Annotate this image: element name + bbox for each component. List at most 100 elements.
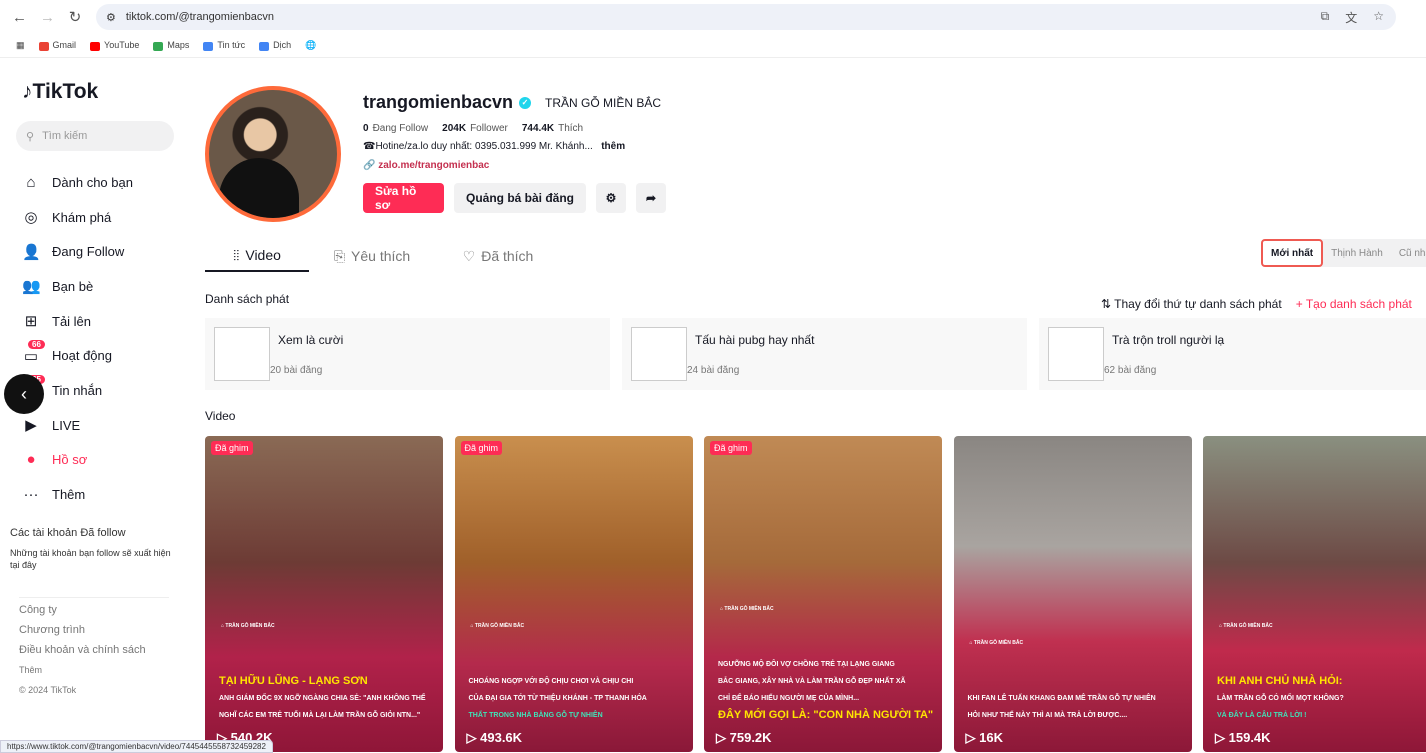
back-arrow-icon[interactable]: ←: [12, 9, 27, 26]
sort-oldest[interactable]: Cũ nhất: [1391, 239, 1426, 267]
browser-toolbar: ← → ↻ ⚙ tiktok.com/@trangomienbacvn ⧉ 文 ☆: [0, 0, 1426, 34]
sort-popular[interactable]: Thịnh Hành: [1323, 239, 1391, 267]
bio: ☎Hotine/za.lo duy nhất: 0395.031.999 Mr.…: [363, 141, 593, 152]
url-text[interactable]: tiktok.com/@trangomienbacvn: [126, 11, 274, 23]
video-caption-line: NGƯỠNG MỘ ĐÔI VỢ CHỒNG TRẺ TẠI LẠNG GIAN…: [718, 661, 895, 668]
playlist-card[interactable]: Tấu hài pubg hay nhất 24 bài đăng: [622, 318, 1027, 390]
settings-gear-icon[interactable]: ⚙: [596, 183, 627, 213]
playlist-count: 24 bài đăng: [687, 365, 740, 376]
video-caption-line: VÀ ĐÂY LÀ CÂU TRẢ LỜI !: [1217, 712, 1307, 719]
forward-arrow-icon[interactable]: →: [40, 9, 55, 26]
brand-watermark: ⌂ TRẦN GỖ MIỀN BẮC: [221, 623, 275, 629]
share-icon[interactable]: ➦: [636, 183, 667, 213]
bookmark-news[interactable]: Tin tức: [203, 40, 245, 51]
tab-favorites[interactable]: ⎘ Yêu thích: [309, 240, 435, 272]
sidebar-item-3[interactable]: 👥 Bạn bè: [22, 269, 133, 304]
view-count: ▷ 159.4K: [1215, 730, 1271, 745]
view-count: ▷ 16K: [965, 730, 1003, 745]
video-card[interactable]: ⌂ TRẦN GỖ MIỀN BẮC KHI FAN LÊ TUẤN KHANG …: [953, 436, 1192, 752]
video-caption-line: CỦA ĐẠI GIA TỚI TỪ THIỆU KHÁNH - TP THAN…: [468, 695, 647, 702]
heart-icon: ♡: [462, 247, 476, 264]
view-count: ▷ 493.6K: [466, 730, 523, 745]
address-bar[interactable]: ⚙ tiktok.com/@trangomienbacvn ⧉ 文 ☆: [96, 4, 1396, 30]
star-icon[interactable]: ☆: [1373, 9, 1384, 26]
play-icon: ▷: [716, 730, 726, 745]
collapse-chevron-left-icon[interactable]: ‹: [4, 374, 44, 414]
sidebar-item-0[interactable]: ⌂ Dành cho bạn: [22, 165, 132, 200]
video-caption-line: THẤT TRONG NHÀ BẰNG GỖ TỰ NHIÊN: [468, 712, 603, 719]
avatar[interactable]: [205, 86, 341, 222]
playlist-thumbnail: [214, 327, 270, 381]
sort-latest[interactable]: Mới nhất: [1261, 239, 1324, 267]
video-card[interactable]: Đã ghim ⌂ TRẦN GỖ MIỀN BẮC TẠI HỮU LŨNG - …: [205, 436, 443, 752]
search-input[interactable]: ⚲ Tìm kiếm: [16, 121, 174, 151]
video-caption-line: CHỈ ĐỂ BÁO HIẾU NGƯỜI MẸ CỦA MÌNH...: [718, 695, 860, 702]
brand-watermark: ⌂ TRẦN GỖ MIỀN BẮC: [720, 606, 774, 612]
sidebar-item-7[interactable]: ▶ LIVE: [22, 408, 133, 443]
sidebar-icon-3: 👥: [22, 278, 41, 296]
playlist-name: Tấu hài pubg hay nhất: [695, 333, 815, 347]
edit-profile-button[interactable]: Sửa hồ sơ: [363, 183, 444, 213]
playlist-card[interactable]: Xem là cười 20 bài đăng: [205, 318, 610, 390]
tab-video[interactable]: ⦙⦙ Video: [205, 240, 309, 272]
copyright: © 2024 TikTok: [19, 685, 77, 695]
bookmark-youtube[interactable]: YouTube: [90, 40, 139, 51]
video-caption-line: NGHĨ CÁC EM TRẺ TUỔI MÀ LẠI LÀM TRẦN GỖ …: [219, 712, 421, 719]
sidebar-item-2[interactable]: 👤 Đang Follow: [22, 234, 133, 269]
apps-icon[interactable]: ▦: [16, 40, 25, 51]
username: trangomienbacvn: [363, 92, 514, 112]
video-card[interactable]: Đã ghim ⌂ TRẦN GỖ MIỀN BẮC NGƯỠNG MỘ ĐÔI V…: [704, 436, 942, 752]
site-settings-icon[interactable]: ⚙: [106, 11, 116, 24]
footer-program[interactable]: Chương trình: [19, 620, 169, 640]
sidebar-icon-2: 👤: [22, 243, 41, 261]
following-title: Các tài khoản Đã follow: [10, 527, 126, 539]
video-card[interactable]: Đã ghim ⌂ TRẦN GỖ MIỀN BẮC CHOÁNG NGỢP VỚI…: [454, 436, 693, 752]
translate-icon[interactable]: 文: [1345, 9, 1357, 26]
bookmark-maps[interactable]: Maps: [153, 40, 189, 51]
video-card[interactable]: ⌂ TRẦN GỖ MIỀN BẮC KHI ANH CHỦ NHÀ HỎI: LÀ…: [1203, 436, 1426, 752]
footer-company[interactable]: Công ty: [19, 600, 169, 620]
view-count: ▷ 759.2K: [716, 730, 772, 745]
search-icon: ⚲: [26, 130, 35, 143]
sidebar-item-1[interactable]: ◎ Khám phá: [22, 200, 133, 235]
playlist-thumbnail: [631, 327, 687, 381]
link-icon: 🔗: [363, 160, 376, 171]
playlist-name: Xem là cười: [278, 333, 344, 347]
footer-more[interactable]: Thêm: [19, 660, 169, 680]
playlist-card[interactable]: Trà trộn troll người lạ 62 bài đăng: [1039, 318, 1426, 390]
nickname: TRẦN GỖ MIỀN BẮC: [545, 95, 662, 110]
bookmarks-bar: ▦ Gmail YouTube Maps Tin tức Dịch 🌐: [0, 34, 1426, 58]
sidebar-item-5[interactable]: ▭ 66 Hoạt động: [22, 338, 133, 373]
reload-icon[interactable]: ↻: [68, 8, 82, 26]
create-playlist-button[interactable]: + Tạo danh sách phát: [1296, 297, 1412, 311]
sidebar-icon-9: ···: [23, 486, 39, 504]
pinned-badge: Đã ghim: [710, 441, 752, 455]
sidebar-item-8[interactable]: ● Hồ sơ: [22, 443, 133, 478]
sidebar-icon-8: ●: [26, 451, 36, 469]
footer-terms[interactable]: Điều khoản và chính sách: [19, 640, 169, 660]
playlist-name: Trà trộn troll người lạ: [1112, 333, 1225, 347]
sidebar-item-4[interactable]: ⊞ Tải lên: [22, 304, 133, 339]
following-count[interactable]: 0 Đang Follow: [363, 123, 428, 134]
promote-post-button[interactable]: Quảng bá bài đăng: [454, 183, 587, 213]
pinned-badge: Đã ghim: [211, 441, 253, 455]
bio-more-link[interactable]: thêm: [601, 141, 625, 152]
bookmark-gmail[interactable]: Gmail: [38, 40, 76, 51]
sidebar-item-9[interactable]: ··· Thêm: [22, 477, 133, 512]
profile-link[interactable]: 🔗 zalo.me/trangomienbac: [363, 160, 666, 171]
brand-watermark: ⌂ TRẦN GỖ MIỀN BẮC: [470, 623, 525, 629]
bookmark-translate[interactable]: Dịch: [259, 40, 291, 51]
tab-liked[interactable]: ♡ Đã thích: [435, 240, 561, 272]
sidebar-footer: Công ty Chương trình Điều khoản và chính…: [19, 597, 169, 700]
playlist-count: 62 bài đăng: [1104, 365, 1157, 376]
globe-icon[interactable]: 🌐: [305, 40, 316, 51]
video-caption-line: ANH GIÁM ĐỐC 9X NGỠ NGÀNG CHIA SẺ: "ANH …: [219, 695, 426, 702]
open-icon[interactable]: ⧉: [1321, 9, 1330, 26]
sort-selector: Mới nhất Thịnh Hành Cũ nhất: [1261, 239, 1426, 267]
profile-info: trangomienbacvn ✓ TRẦN GỖ MIỀN BẮC 0 Đang F…: [363, 92, 667, 213]
notification-badge: 66: [28, 340, 45, 350]
reorder-playlists-button[interactable]: ⇅ Thay đổi thứ tự danh sách phát: [1101, 297, 1282, 311]
play-icon: ▷: [965, 730, 976, 745]
tiktok-logo[interactable]: ♪TikTok: [22, 80, 98, 104]
follower-count[interactable]: 204K Follower: [442, 123, 508, 134]
